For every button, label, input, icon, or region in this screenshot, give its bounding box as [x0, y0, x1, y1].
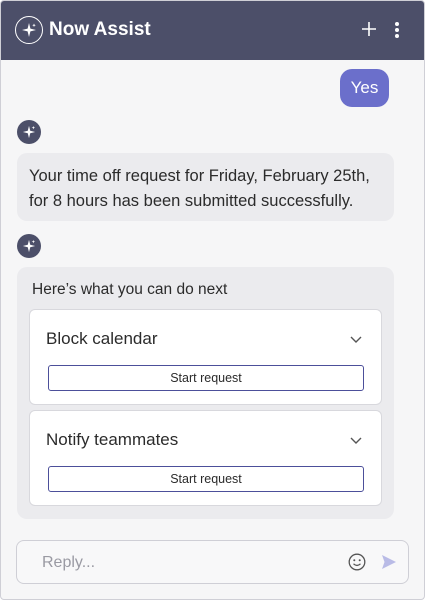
- app-title: Now Assist: [49, 19, 151, 40]
- start-request-button[interactable]: Start request: [48, 365, 364, 391]
- chevron-down-icon[interactable]: [349, 435, 363, 445]
- new-chat-button[interactable]: [357, 17, 381, 41]
- user-message-bubble: Yes: [340, 69, 389, 107]
- start-request-button[interactable]: Start request: [48, 466, 364, 492]
- next-steps-title: Here’s what you can do next: [32, 281, 228, 298]
- sparkle-icon: [15, 16, 43, 44]
- smiley-icon[interactable]: [348, 553, 366, 571]
- send-icon[interactable]: [381, 554, 397, 570]
- chat-window: Now Assist Yes Your time off request for…: [0, 0, 425, 600]
- option-block-calendar[interactable]: Block calendar Start request: [29, 309, 382, 405]
- option-label: Notify teammates: [46, 430, 179, 449]
- assistant-avatar: [17, 234, 41, 258]
- next-steps-card: Here’s what you can do next Block calend…: [17, 267, 394, 519]
- sparkle-icon: [22, 239, 36, 253]
- option-label: Block calendar: [46, 329, 158, 348]
- kebab-menu-icon: [395, 22, 399, 38]
- more-options-button[interactable]: [387, 17, 407, 43]
- assistant-avatar: [17, 120, 41, 144]
- reply-placeholder: Reply...: [42, 554, 96, 571]
- reply-input[interactable]: Reply...: [16, 540, 409, 584]
- option-notify-teammates[interactable]: Notify teammates Start request: [29, 410, 382, 506]
- sparkle-icon: [22, 125, 36, 139]
- chat-header: Now Assist: [1, 1, 424, 60]
- plus-icon: [362, 22, 376, 36]
- assistant-message-bubble: Your time off request for Friday, Februa…: [17, 153, 394, 221]
- chevron-down-icon[interactable]: [349, 334, 363, 344]
